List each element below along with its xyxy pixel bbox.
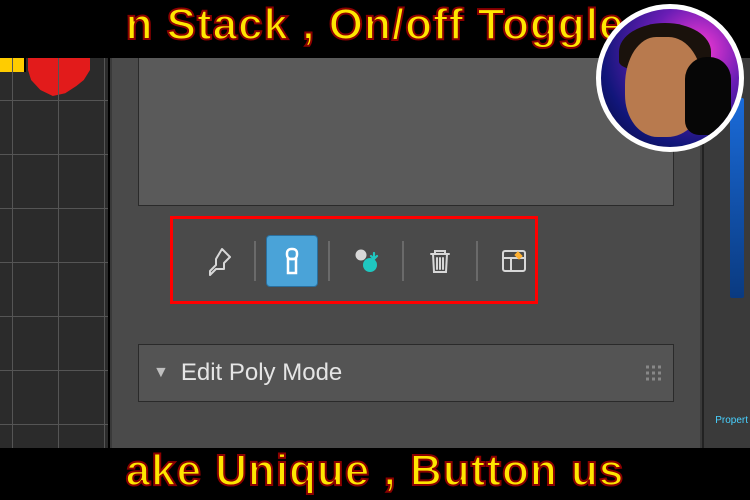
make-unique-icon [350, 245, 382, 277]
show-end-result-toggle-icon [276, 245, 308, 277]
rollup-label: Edit Poly Mode [181, 359, 342, 387]
viewport-panel [0, 58, 110, 448]
rollup-drag-grip[interactable] [646, 366, 661, 381]
remove-modifier-icon [424, 245, 456, 277]
configure-modifier-sets-icon [498, 245, 530, 277]
presenter-avatar [596, 4, 744, 152]
panel-scrollbar[interactable] [730, 98, 744, 298]
properties-label: Propert [715, 415, 748, 426]
avatar-microphone [685, 57, 731, 135]
pin-stack-icon [202, 245, 234, 277]
modifier-stack-list[interactable] [138, 58, 674, 206]
toolbar-separator [328, 241, 330, 281]
viewport-grid [0, 58, 108, 448]
modifier-stack-toolbar [182, 226, 630, 296]
toolbar-separator [254, 241, 256, 281]
show-end-result-toggle-button[interactable] [266, 235, 318, 287]
toolbar-separator [402, 241, 404, 281]
configure-modifier-sets-button[interactable] [488, 235, 540, 287]
overlay-title-bottom: ake Unique , Button us [0, 446, 750, 496]
remove-modifier-button[interactable] [414, 235, 466, 287]
make-unique-button[interactable] [340, 235, 392, 287]
pin-stack-button[interactable] [192, 235, 244, 287]
rollup-collapse-arrow[interactable]: ▼ [153, 364, 169, 382]
toolbar-separator [476, 241, 478, 281]
edit-poly-mode-rollup[interactable]: ▼ Edit Poly Mode [138, 344, 674, 402]
